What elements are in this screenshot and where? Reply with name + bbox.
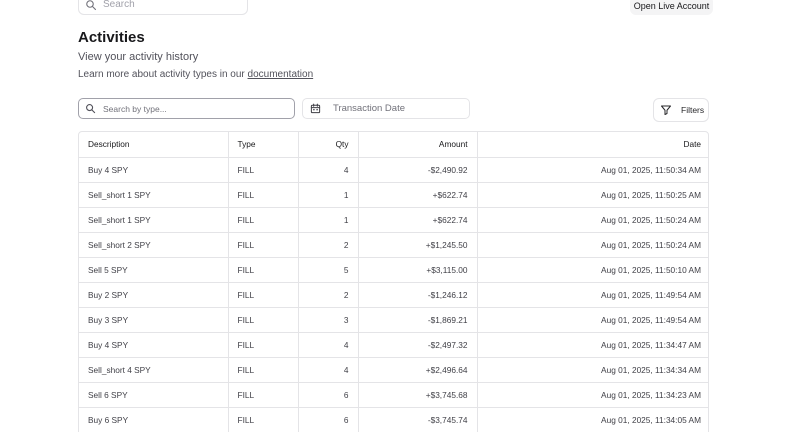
cell-amount: +$2,496.64 (358, 357, 478, 383)
cell-qty: 1 (298, 207, 359, 233)
learn-more-text: Learn more about activity types in our d… (78, 69, 313, 80)
cell-description: Buy 3 SPY (79, 307, 229, 333)
search-icon (85, 103, 96, 114)
cell-type: FILL (228, 232, 299, 258)
open-live-account-button[interactable]: Open Live Account (630, 0, 713, 15)
table-row[interactable]: Sell_short 2 SPY FILL 2 +$1,245.50 Aug 01, 2… (79, 232, 708, 258)
filters-button[interactable]: Filters (653, 98, 709, 122)
cell-qty: 5 (298, 257, 359, 283)
cell-date: Aug 01, 2025, 11:50:24 AM (477, 232, 708, 258)
cell-amount: -$1,246.12 (358, 282, 478, 308)
cell-qty: 6 (298, 382, 359, 408)
documentation-link[interactable]: documentation (248, 69, 314, 80)
cell-description: Sell 6 SPY (79, 382, 229, 408)
cell-description: Buy 4 SPY (79, 157, 229, 183)
cell-qty: 2 (298, 282, 359, 308)
cell-date: Aug 01, 2025, 11:34:23 AM (477, 382, 708, 408)
table-row[interactable]: Buy 2 SPY FILL 2 -$1,246.12 Aug 01, 2025, 11… (79, 282, 708, 308)
page-title: Activities (78, 29, 145, 46)
cell-amount: +$622.74 (358, 207, 478, 233)
cell-type: FILL (228, 357, 299, 383)
cell-type: FILL (228, 182, 299, 208)
cell-qty: 4 (298, 357, 359, 383)
table-row[interactable]: Sell_short 1 SPY FILL 1 +$622.74 Aug 01, 202… (79, 207, 708, 233)
cell-type: FILL (228, 307, 299, 333)
cell-date: Aug 01, 2025, 11:50:10 AM (477, 257, 708, 283)
activities-table: Description Type Qty Amount Date Buy 4 S… (78, 131, 709, 432)
cell-qty: 2 (298, 232, 359, 258)
cell-date: Aug 01, 2025, 11:49:54 AM (477, 307, 708, 333)
cell-type: FILL (228, 157, 299, 183)
cell-type: FILL (228, 382, 299, 408)
cell-amount: -$2,490.92 (358, 157, 478, 183)
type-search-input[interactable]: Search by type... (78, 98, 295, 119)
cell-qty: 6 (298, 407, 359, 432)
filter-icon (660, 104, 672, 116)
global-search-placeholder: Search (103, 0, 135, 10)
cell-amount: -$3,745.74 (358, 407, 478, 432)
cell-amount: +$1,245.50 (358, 232, 478, 258)
column-header-description[interactable]: Description (79, 132, 229, 158)
cell-description: Buy 2 SPY (79, 282, 229, 308)
table-row[interactable]: Buy 3 SPY FILL 3 -$1,869.21 Aug 01, 2025, 11… (79, 307, 708, 333)
filters-label: Filters (681, 105, 705, 115)
cell-description: Buy 4 SPY (79, 332, 229, 358)
column-header-amount[interactable]: Amount (358, 132, 478, 158)
cell-qty: 1 (298, 182, 359, 208)
table-row[interactable]: Buy 4 SPY FILL 4 -$2,490.92 Aug 01, 2025, 11… (79, 157, 708, 183)
cell-qty: 4 (298, 157, 359, 183)
page-subtitle: View your activity history (78, 51, 199, 63)
cell-date: Aug 01, 2025, 11:50:34 AM (477, 157, 708, 183)
cell-amount: +$622.74 (358, 182, 478, 208)
cell-description: Sell_short 4 SPY (79, 357, 229, 383)
column-header-qty[interactable]: Qty (298, 132, 359, 158)
cell-date: Aug 01, 2025, 11:34:34 AM (477, 357, 708, 383)
cell-qty: 4 (298, 332, 359, 358)
global-search-input[interactable]: Search (78, 0, 248, 15)
table-row[interactable]: Sell 5 SPY FILL 5 +$3,115.00 Aug 01, 2025, 1… (79, 257, 708, 283)
cell-date: Aug 01, 2025, 11:34:47 AM (477, 332, 708, 358)
cell-type: FILL (228, 407, 299, 432)
cell-type: FILL (228, 282, 299, 308)
transaction-date-placeholder: Transaction Date (333, 103, 405, 114)
cell-type: FILL (228, 332, 299, 358)
cell-amount: +$3,745.68 (358, 382, 478, 408)
cell-amount: -$2,497.32 (358, 332, 478, 358)
column-header-type[interactable]: Type (228, 132, 299, 158)
table-row[interactable]: Buy 6 SPY FILL 6 -$3,745.74 Aug 01, 2025, 11… (79, 407, 708, 432)
cell-amount: +$3,115.00 (358, 257, 478, 283)
cell-description: Sell_short 1 SPY (79, 182, 229, 208)
cell-description: Sell_short 1 SPY (79, 207, 229, 233)
cell-description: Sell 5 SPY (79, 257, 229, 283)
transaction-date-picker[interactable]: Transaction Date (302, 98, 470, 119)
cell-type: FILL (228, 207, 299, 233)
cell-date: Aug 01, 2025, 11:49:54 AM (477, 282, 708, 308)
search-icon (85, 0, 97, 11)
cell-amount: -$1,869.21 (358, 307, 478, 333)
table-row[interactable]: Sell_short 4 SPY FILL 4 +$2,496.64 Aug 01, 2… (79, 357, 708, 383)
table-row[interactable]: Buy 4 SPY FILL 4 -$2,497.32 Aug 01, 2025, 11… (79, 332, 708, 358)
type-search-placeholder: Search by type... (103, 103, 167, 114)
cell-date: Aug 01, 2025, 11:34:05 AM (477, 407, 708, 432)
cell-qty: 3 (298, 307, 359, 333)
table-row[interactable]: Sell 6 SPY FILL 6 +$3,745.68 Aug 01, 2025, 1… (79, 382, 708, 408)
calendar-icon (310, 103, 321, 114)
learn-more-prefix: Learn more about activity types in our (78, 69, 248, 80)
cell-description: Sell_short 2 SPY (79, 232, 229, 258)
cell-description: Buy 6 SPY (79, 407, 229, 432)
cell-type: FILL (228, 257, 299, 283)
column-header-date[interactable]: Date (477, 132, 708, 158)
cell-date: Aug 01, 2025, 11:50:25 AM (477, 182, 708, 208)
table-header-row: Description Type Qty Amount Date (79, 132, 708, 158)
cell-date: Aug 01, 2025, 11:50:24 AM (477, 207, 708, 233)
table-row[interactable]: Sell_short 1 SPY FILL 1 +$622.74 Aug 01, 202… (79, 182, 708, 208)
